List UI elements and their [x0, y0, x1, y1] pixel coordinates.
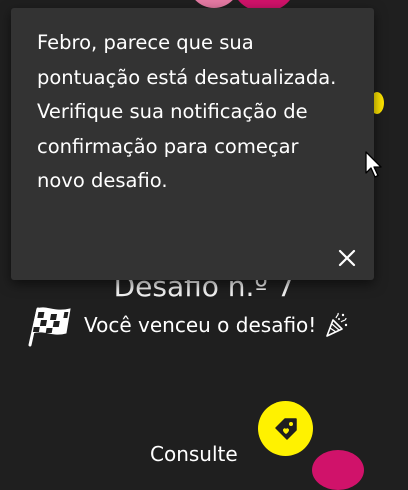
decorative-circle-pink: [188, 0, 240, 8]
challenge-result-row: Você venceu o desafio!: [26, 300, 396, 350]
mouse-cursor-icon: [365, 151, 382, 178]
decorative-circle-magenta-bottom: [312, 450, 364, 490]
close-icon: [338, 249, 356, 267]
toast-message: Febro, parece que sua pontuação está des…: [37, 31, 337, 192]
tag-button[interactable]: [258, 401, 313, 456]
toast-close-button[interactable]: [333, 244, 361, 272]
tag-icon: [274, 417, 297, 440]
notification-toast: Febro, parece que sua pontuação está des…: [11, 8, 374, 280]
checkered-flag-icon: [28, 307, 71, 347]
party-popper-icon: [326, 312, 348, 337]
consult-label[interactable]: Consulte: [150, 442, 238, 466]
challenge-result-text: Você venceu o desafio!: [84, 313, 317, 337]
